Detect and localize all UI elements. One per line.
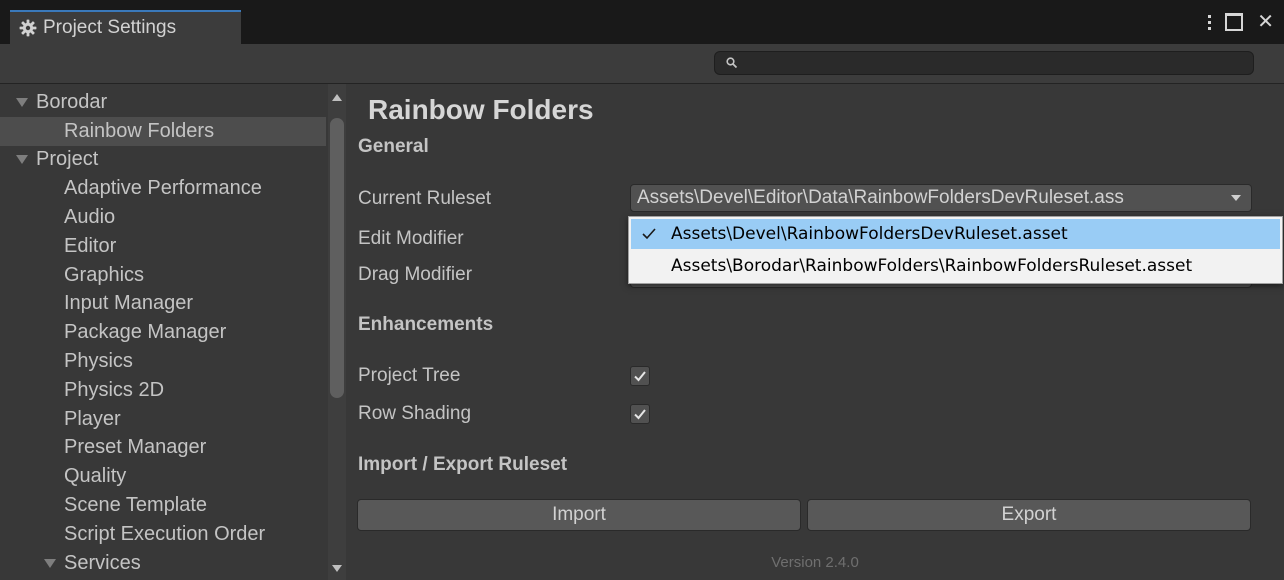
export-button[interactable]: Export	[807, 499, 1251, 531]
tab-title: Project Settings	[43, 17, 177, 38]
sidebar-item-label: Script Execution Order	[64, 522, 266, 545]
import-export-section-header: Import / Export Ruleset	[358, 454, 568, 475]
sidebar-item-physics[interactable]: Physics	[0, 347, 326, 376]
sidebar-item-label: Graphics	[64, 263, 145, 286]
sidebar-item-label: Scene Template	[64, 494, 208, 517]
search-input[interactable]	[745, 53, 1249, 75]
project-settings-window: Project Settings ✕ Borodar Rainbow Folde…	[0, 0, 1284, 580]
scrollbar-thumb[interactable]	[330, 118, 344, 398]
expand-arrow-icon[interactable]	[16, 97, 28, 107]
maximize-icon[interactable]	[1225, 13, 1244, 31]
settings-tree: Borodar Rainbow Folders Project Adaptive…	[0, 88, 326, 578]
project-tree-checkbox[interactable]	[630, 366, 650, 386]
sidebar-item-package-manager[interactable]: Package Manager	[0, 318, 326, 347]
settings-panel: Rainbow Folders General Current Ruleset …	[346, 84, 1284, 580]
sidebar-item-graphics[interactable]: Graphics	[0, 261, 326, 290]
page-title: Rainbow Folders	[368, 94, 594, 125]
window-controls: ✕	[1208, 12, 1274, 32]
gear-icon	[19, 19, 37, 37]
sidebar-item-label: Quality	[64, 465, 127, 488]
sidebar-item-label: Adaptive Performance	[64, 177, 262, 200]
project-tree-label: Project Tree	[358, 365, 461, 386]
sidebar-item-preset-manager[interactable]: Preset Manager	[0, 434, 326, 463]
sidebar-item-label: Input Manager	[64, 292, 193, 315]
title-bar: Project Settings ✕	[0, 0, 1284, 44]
import-button[interactable]: Import	[357, 499, 801, 531]
sidebar-item-label: Player	[64, 407, 121, 430]
sidebar-item-project[interactable]: Project	[0, 146, 326, 175]
edit-modifier-label: Edit Modifier	[358, 228, 464, 249]
chevron-down-icon	[1231, 195, 1241, 201]
expand-arrow-icon[interactable]	[16, 155, 28, 165]
enhancements-section-header: Enhancements	[358, 314, 494, 335]
sidebar-item-label: Physics 2D	[64, 378, 165, 401]
current-ruleset-value: Assets\Devel\Editor\Data\RainbowFoldersD…	[637, 187, 1124, 208]
sidebar-item-player[interactable]: Player	[0, 405, 326, 434]
close-icon[interactable]: ✕	[1257, 12, 1274, 32]
tab-project-settings[interactable]: Project Settings	[10, 10, 241, 44]
scroll-down-icon[interactable]	[332, 565, 342, 572]
sidebar-scrollbar[interactable]	[328, 84, 346, 580]
current-ruleset-dropdown[interactable]: Assets\Devel\Editor\Data\RainbowFoldersD…	[630, 184, 1252, 212]
scroll-up-icon[interactable]	[332, 94, 342, 101]
sidebar-item-label: Rainbow Folders	[64, 119, 215, 142]
search-icon	[725, 56, 739, 70]
sidebar-item-adaptive-performance[interactable]: Adaptive Performance	[0, 174, 326, 203]
sidebar-item-quality[interactable]: Quality	[0, 462, 326, 491]
version-label: Version 2.4.0	[771, 554, 859, 571]
sidebar-item-input-manager[interactable]: Input Manager	[0, 290, 326, 319]
sidebar-item-script-execution-order[interactable]: Script Execution Order	[0, 520, 326, 549]
ruleset-option-borodar[interactable]: Assets\Borodar\RainbowFolders\RainbowFol…	[631, 251, 1280, 281]
ruleset-option-label: Assets\Borodar\RainbowFolders\RainbowFol…	[671, 256, 1193, 276]
sidebar-item-editor[interactable]: Editor	[0, 232, 326, 261]
sidebar-item-physics-2d[interactable]: Physics 2D	[0, 376, 326, 405]
ruleset-option-devel[interactable]: Assets\Devel\RainbowFoldersDevRuleset.as…	[631, 219, 1280, 249]
ruleset-popup-menu: Assets\Devel\RainbowFoldersDevRuleset.as…	[628, 216, 1283, 284]
settings-toolbar	[0, 44, 1284, 84]
row-shading-label: Row Shading	[358, 403, 472, 424]
drag-modifier-label: Drag Modifier	[358, 264, 473, 285]
sidebar-item-label: Package Manager	[64, 321, 227, 344]
sidebar-item-label: Project	[36, 148, 99, 171]
checkmark-icon	[631, 227, 667, 241]
sidebar-item-services[interactable]: Services	[0, 549, 326, 578]
row-shading-checkbox[interactable]	[630, 404, 650, 424]
sidebar-item-label: Editor	[64, 234, 117, 257]
settings-sidebar: Borodar Rainbow Folders Project Adaptive…	[0, 84, 346, 580]
sidebar-item-rainbow-folders[interactable]: Rainbow Folders	[0, 116, 326, 146]
sidebar-item-label: Services	[64, 551, 141, 574]
expand-arrow-icon[interactable]	[44, 558, 56, 568]
sidebar-item-label: Physics	[64, 350, 133, 373]
sidebar-item-borodar[interactable]: Borodar	[0, 88, 326, 117]
checkmark-icon	[634, 371, 646, 382]
sidebar-item-audio[interactable]: Audio	[0, 203, 326, 232]
checkmark-icon	[634, 409, 646, 420]
sidebar-item-scene-template[interactable]: Scene Template	[0, 491, 326, 520]
sidebar-item-label: Preset Manager	[64, 436, 207, 459]
current-ruleset-label: Current Ruleset	[358, 188, 492, 209]
sidebar-item-label: Borodar	[36, 90, 108, 113]
ruleset-option-label: Assets\Devel\RainbowFoldersDevRuleset.as…	[671, 224, 1068, 244]
more-options-icon[interactable]	[1208, 14, 1212, 30]
general-section-header: General	[358, 136, 429, 157]
search-field[interactable]	[714, 51, 1254, 75]
sidebar-item-label: Audio	[64, 206, 116, 229]
